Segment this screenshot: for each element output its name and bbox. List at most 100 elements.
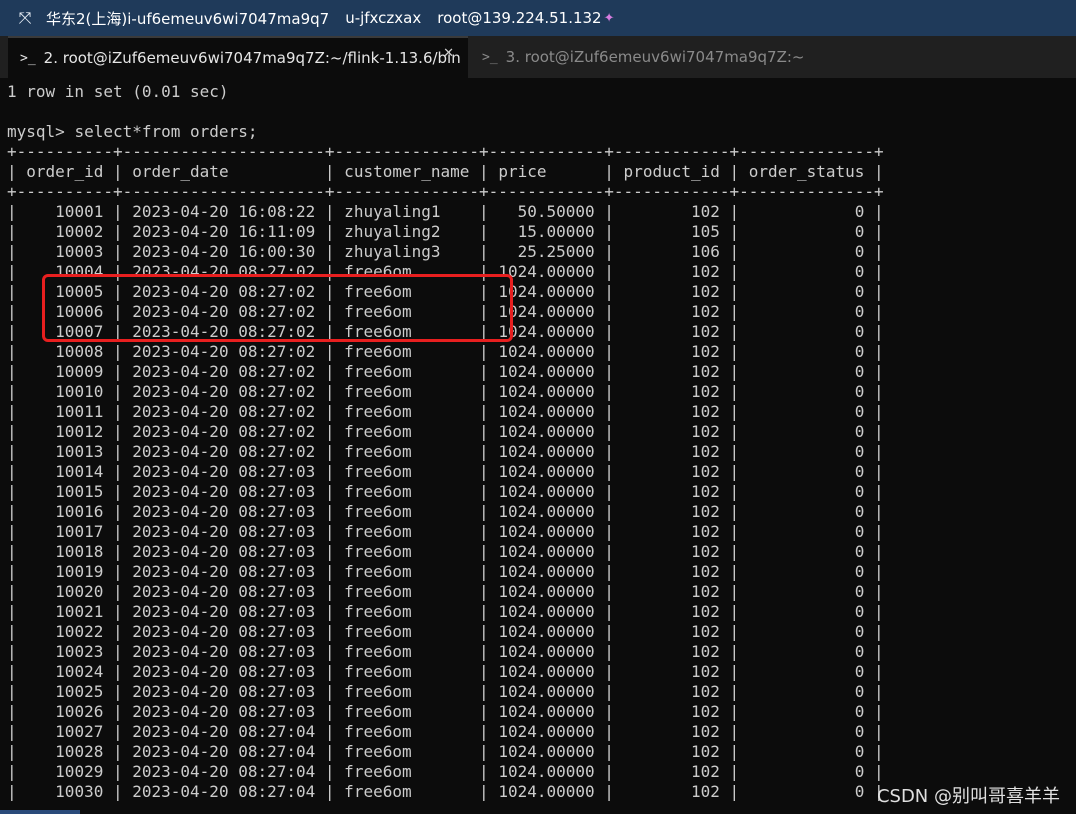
table-cell: 2023-04-20 08:27:02 bbox=[122, 422, 325, 441]
table-cell: 25.25000 bbox=[488, 242, 605, 261]
sparkle-icon: ✦ bbox=[603, 10, 615, 26]
table-row: | 10025 | 2023-04-20 08:27:03 | free6om … bbox=[7, 682, 884, 701]
table-row: | 10027 | 2023-04-20 08:27:04 | free6om … bbox=[7, 722, 884, 741]
table-cell: 102 bbox=[613, 402, 730, 421]
table-row: | 10012 | 2023-04-20 08:27:02 | free6om … bbox=[7, 422, 884, 441]
table-cell: 102 bbox=[613, 602, 730, 621]
table-cell: free6om bbox=[334, 382, 480, 401]
table-cell: 102 bbox=[613, 482, 730, 501]
title-user: u-jfxczxax bbox=[345, 9, 422, 27]
table-cell: 0 bbox=[739, 602, 875, 621]
table-cell: zhuyaling1 bbox=[334, 202, 480, 221]
table-cell: 10018 bbox=[16, 542, 113, 561]
table-cell: 10003 bbox=[16, 242, 113, 261]
table-cell: 1024.00000 bbox=[488, 482, 605, 501]
table-cell: 2023-04-20 08:27:03 bbox=[122, 542, 325, 561]
title-instance: 华东2(上海)i-uf6emeuv6wi7047ma9q7 bbox=[46, 9, 330, 28]
table-cell: 0 bbox=[739, 702, 875, 721]
tab-session-3[interactable]: >_ 3. root@iZuf6emeuv6wi7047ma9q7Z:~ bbox=[470, 36, 820, 78]
table-cell: 0 bbox=[739, 482, 875, 501]
table-cell: 1024.00000 bbox=[488, 562, 605, 581]
table-cell: 10027 bbox=[16, 722, 113, 741]
table-cell: 10025 bbox=[16, 682, 113, 701]
table-cell: 1024.00000 bbox=[488, 762, 605, 781]
table-row: | 10013 | 2023-04-20 08:27:02 | free6om … bbox=[7, 442, 884, 461]
table-row: | 10011 | 2023-04-20 08:27:02 | free6om … bbox=[7, 402, 884, 421]
table-cell: 0 bbox=[739, 222, 875, 241]
table-cell: 10024 bbox=[16, 662, 113, 681]
table-cell: 2023-04-20 08:27:03 bbox=[122, 682, 325, 701]
table-cell: 10010 bbox=[16, 382, 113, 401]
table-cell: 102 bbox=[613, 662, 730, 681]
table-row: | 10003 | 2023-04-20 16:00:30 | zhuyalin… bbox=[7, 242, 884, 261]
table-border: +----------+---------------------+------… bbox=[7, 142, 884, 161]
tab-label: 3. root@iZuf6emeuv6wi7047ma9q7Z:~ bbox=[505, 48, 805, 66]
column-header: price bbox=[488, 162, 605, 181]
table-cell: 2023-04-20 08:27:03 bbox=[122, 642, 325, 661]
table-row: | 10020 | 2023-04-20 08:27:03 | free6om … bbox=[7, 582, 884, 601]
table-cell: 1024.00000 bbox=[488, 602, 605, 621]
table-cell: free6om bbox=[334, 742, 480, 761]
table-cell: 15.00000 bbox=[488, 222, 605, 241]
table-cell: 1024.00000 bbox=[488, 782, 605, 801]
table-cell: free6om bbox=[334, 542, 480, 561]
table-cell: 2023-04-20 16:08:22 bbox=[122, 202, 325, 221]
table-cell: 2023-04-20 08:27:03 bbox=[122, 602, 325, 621]
table-row: | 10010 | 2023-04-20 08:27:02 | free6om … bbox=[7, 382, 884, 401]
table-cell: 0 bbox=[739, 762, 875, 781]
table-cell: 102 bbox=[613, 762, 730, 781]
table-cell: 10022 bbox=[16, 622, 113, 641]
table-cell: free6om bbox=[334, 682, 480, 701]
column-header: customer_name bbox=[334, 162, 480, 181]
table-cell: 102 bbox=[613, 682, 730, 701]
terminal-output[interactable]: 1 row in set (0.01 sec) mysql> select*fr… bbox=[0, 78, 1076, 814]
table-cell: 2023-04-20 08:27:03 bbox=[122, 582, 325, 601]
command-line: mysql> select*from orders; bbox=[7, 122, 257, 142]
table-cell: 0 bbox=[739, 382, 875, 401]
table-cell: 0 bbox=[739, 722, 875, 741]
table-cell: 10013 bbox=[16, 442, 113, 461]
column-header: order_date bbox=[122, 162, 325, 181]
table-cell: 0 bbox=[739, 522, 875, 541]
table-cell: free6om bbox=[334, 762, 480, 781]
table-cell: 10015 bbox=[16, 482, 113, 501]
table-cell: 0 bbox=[739, 302, 875, 321]
table-cell: 102 bbox=[613, 302, 730, 321]
table-cell: 102 bbox=[613, 542, 730, 561]
table-cell: 0 bbox=[739, 582, 875, 601]
table-cell: 50.50000 bbox=[488, 202, 605, 221]
table-cell: free6om bbox=[334, 722, 480, 741]
table-cell: 10011 bbox=[16, 402, 113, 421]
table-cell: 2023-04-20 08:27:03 bbox=[122, 482, 325, 501]
tab-session-2[interactable]: >_ 2. root@iZuf6emeuv6wi7047ma9q7Z:~/fli… bbox=[8, 36, 468, 78]
table-row: | 10017 | 2023-04-20 08:27:03 | free6om … bbox=[7, 522, 884, 541]
table-cell: 10014 bbox=[16, 462, 113, 481]
table-cell: 10029 bbox=[16, 762, 113, 781]
table-cell: 1024.00000 bbox=[488, 442, 605, 461]
table-cell: 102 bbox=[613, 282, 730, 301]
table-cell: 0 bbox=[739, 662, 875, 681]
sql-command: select*from orders; bbox=[74, 122, 258, 141]
table-cell: 10028 bbox=[16, 742, 113, 761]
column-header: product_id bbox=[613, 162, 730, 181]
table-cell: 106 bbox=[613, 242, 730, 261]
close-icon[interactable]: ✕ bbox=[443, 46, 454, 61]
table-cell: 1024.00000 bbox=[488, 522, 605, 541]
table-border: +----------+---------------------+------… bbox=[7, 182, 884, 201]
table-cell: 10030 bbox=[16, 782, 113, 801]
table-cell: 102 bbox=[613, 642, 730, 661]
table-cell: 2023-04-20 08:27:03 bbox=[122, 502, 325, 521]
table-cell: 0 bbox=[739, 262, 875, 281]
table-cell: free6om bbox=[334, 362, 480, 381]
table-cell: 102 bbox=[613, 522, 730, 541]
table-cell: 2023-04-20 08:27:02 bbox=[122, 342, 325, 361]
table-row: | 10029 | 2023-04-20 08:27:04 | free6om … bbox=[7, 762, 884, 781]
table-cell: 10021 bbox=[16, 602, 113, 621]
table-cell: 102 bbox=[613, 722, 730, 741]
column-header: order_id bbox=[16, 162, 113, 181]
table-cell: 102 bbox=[613, 582, 730, 601]
table-cell: 2023-04-20 16:11:09 bbox=[122, 222, 325, 241]
expand-arrows-icon[interactable]: ⤧ bbox=[14, 8, 36, 28]
table-cell: 102 bbox=[613, 342, 730, 361]
table-cell: 102 bbox=[613, 362, 730, 381]
